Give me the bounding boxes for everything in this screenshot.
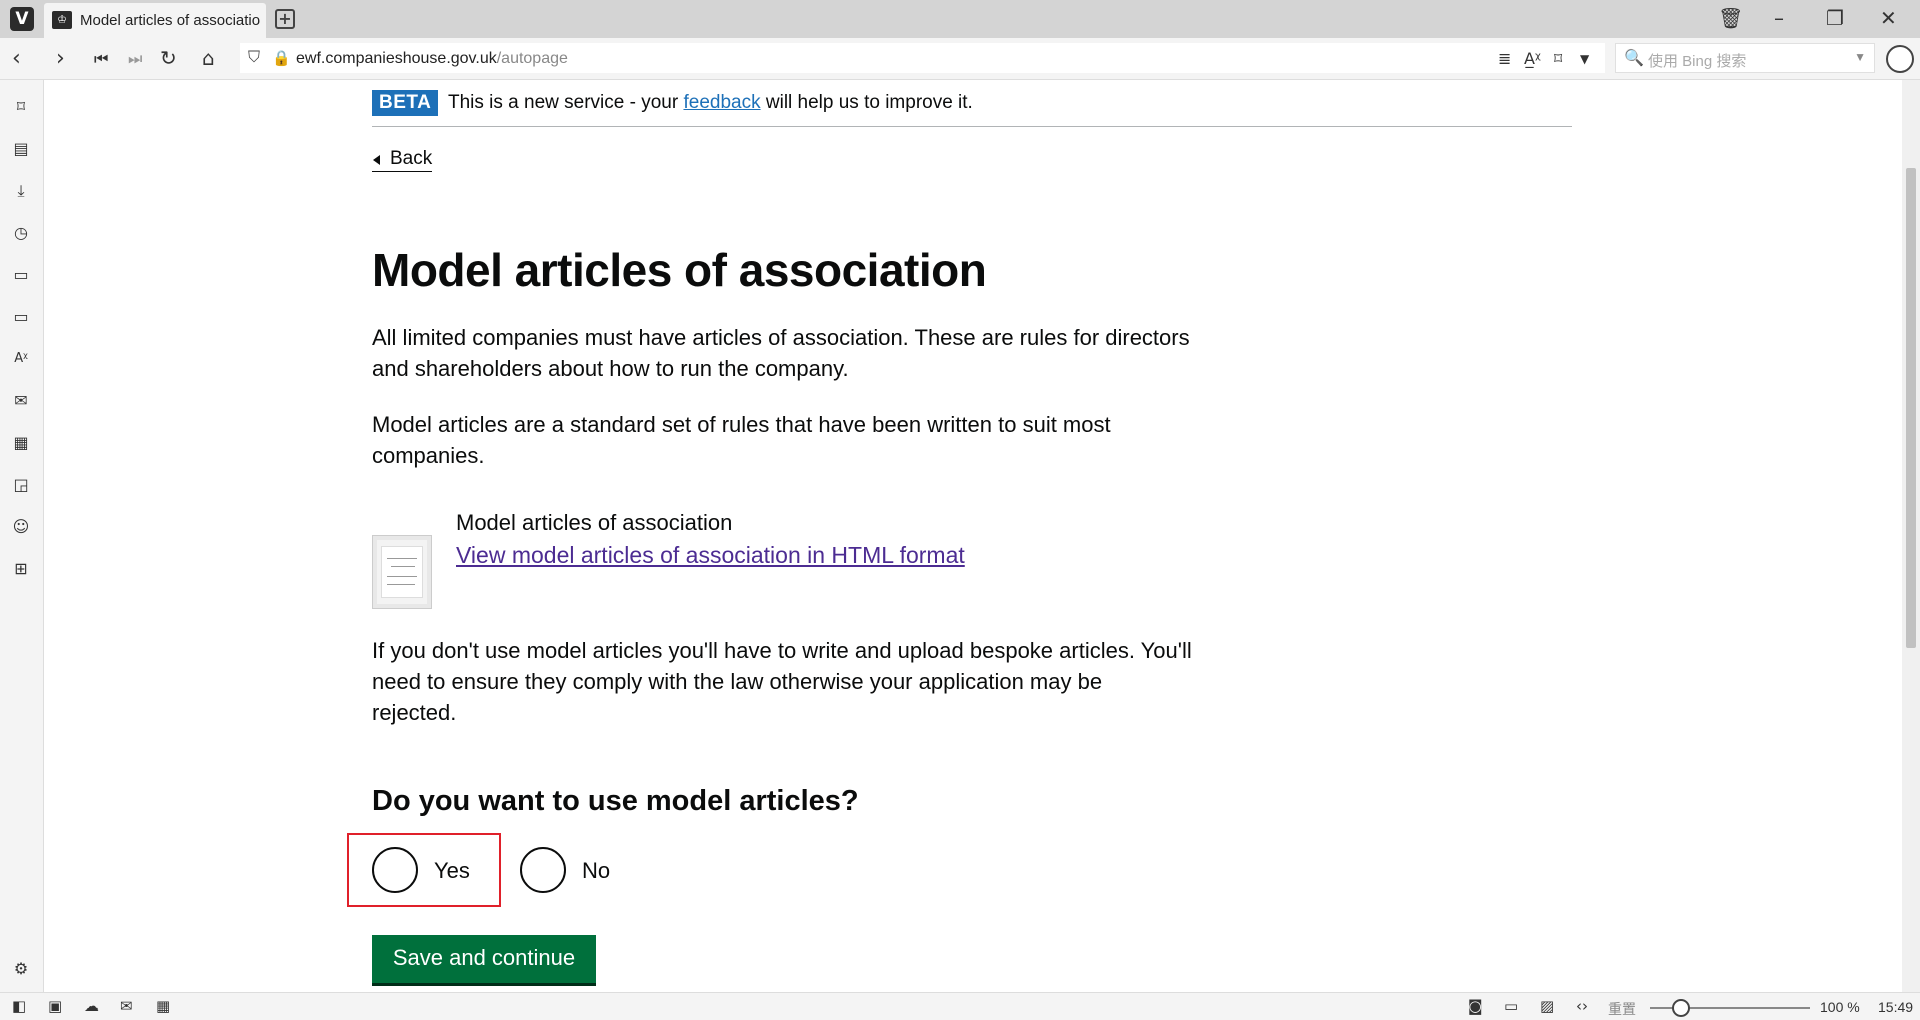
add-panel-icon[interactable]: ⊞	[10, 558, 32, 580]
minimize-icon[interactable]: –	[1774, 6, 1784, 30]
highlight-box	[347, 833, 501, 907]
document-line	[387, 576, 417, 577]
document-html-link[interactable]: View model articles of association in HT…	[456, 542, 965, 569]
mail-icon[interactable]: ✉	[10, 390, 32, 412]
feedback-link[interactable]: feedback	[683, 92, 760, 113]
radio-yes-label[interactable]: Yes	[434, 858, 470, 884]
search-icon: 🔍	[1624, 50, 1644, 67]
document-line	[391, 566, 415, 567]
calendar-status-icon[interactable]: ▦	[156, 997, 170, 1015]
zoom-level: 100 %	[1820, 999, 1860, 1015]
page-actions-icon[interactable]: ‹›	[1576, 997, 1588, 1015]
translate-icon[interactable]: A̲ᵡ	[1524, 49, 1541, 68]
notes-icon[interactable]: ▭	[10, 264, 32, 286]
side-panel: ⌑ ▤ ⤓ ◷ ▭ ▭ Aᵡ ✉ ▦ ◲ ☺ ⊞ ⚙	[0, 80, 44, 992]
profile-avatar[interactable]	[1886, 45, 1914, 73]
reading-list-icon[interactable]: ▤	[10, 138, 32, 160]
tile-icon[interactable]: ▭	[1504, 997, 1518, 1015]
translate-panel-icon[interactable]: Aᵡ	[10, 348, 32, 370]
vivaldi-menu-icon[interactable]: V	[10, 7, 34, 31]
new-tab-icon[interactable]: +	[275, 9, 295, 29]
feeds-icon[interactable]: ◲	[10, 474, 32, 496]
document-line	[387, 584, 415, 585]
model-articles-paragraph: Model articles are a standard set of rul…	[372, 412, 1111, 468]
beta-tag: BETA	[372, 90, 439, 116]
bespoke-articles-paragraph: If you don't use model articles you'll h…	[372, 638, 1192, 725]
clock: 15:49	[1878, 999, 1914, 1015]
document-thumbnail[interactable]	[372, 535, 432, 609]
reader-view-icon[interactable]: ≣	[1498, 49, 1511, 68]
page-content: BETA This is a new service - your feedba…	[45, 80, 1900, 992]
calendar-icon[interactable]: ▦	[10, 432, 32, 454]
beta-text-pre: This is a new service - your	[448, 92, 684, 113]
rewind-icon[interactable]: ⏮	[94, 49, 108, 69]
contacts-icon[interactable]: ☺	[10, 516, 32, 538]
window-panel-icon[interactable]: ▭	[10, 306, 32, 328]
reload-icon[interactable]: ↻	[160, 46, 177, 70]
cloud-sync-icon[interactable]: ☁	[84, 997, 99, 1015]
document-title: Model articles of association	[456, 510, 733, 535]
shield-icon[interactable]: ⛉	[248, 49, 260, 67]
tab-active[interactable]: ♔ Model articles of associatio	[44, 3, 266, 38]
vertical-scrollbar[interactable]	[1902, 80, 1920, 992]
beta-text-post: will help us to improve it.	[760, 92, 973, 113]
document-line	[387, 558, 417, 559]
trash-icon[interactable]: 🗑	[1718, 6, 1743, 30]
radio-yes[interactable]	[372, 847, 418, 893]
back-icon[interactable]: ‹	[12, 46, 21, 71]
tab-tiling-icon[interactable]: ▣	[48, 997, 62, 1015]
status-bar: ◧ ▣ ☁ ✉ ▦ ◙ ▭ ▨ ‹› 重置 100 % 15:49	[0, 992, 1920, 1020]
back-link[interactable]: Back	[372, 148, 433, 172]
document-page-icon	[381, 546, 423, 598]
search-placeholder: 使用 Bing 搜索	[1648, 53, 1747, 70]
downloads-icon[interactable]: ⤓	[10, 180, 32, 202]
question-heading: Do you want to use model articles?	[372, 785, 859, 817]
scrollbar-thumb[interactable]	[1906, 168, 1916, 648]
settings-gear-icon[interactable]: ⚙	[10, 958, 32, 980]
dropdown-icon[interactable]: ▼	[1580, 52, 1589, 66]
lock-icon[interactable]: 🔒	[272, 49, 291, 67]
mail-status-icon[interactable]: ✉	[120, 997, 133, 1015]
tab-bar: V ♔ Model articles of associatio + 🗑 – ❐…	[0, 0, 1920, 38]
url-field[interactable]: ⛉ 🔒 ewf.companieshouse.gov.uk/autopage ≣…	[240, 43, 1605, 73]
banner-divider	[372, 126, 1572, 127]
chevron-down-icon[interactable]: ▼	[1854, 50, 1866, 64]
radio-no-label[interactable]: No	[582, 858, 610, 884]
home-icon[interactable]: ⌂	[202, 46, 215, 70]
url-path: /autopage	[496, 50, 568, 67]
history-icon[interactable]: ◷	[10, 222, 32, 244]
bookmark-icon[interactable]: ⌑	[1554, 49, 1562, 68]
search-field[interactable]: 🔍 使用 Bing 搜索 ▼	[1615, 43, 1875, 73]
crown-favicon-icon: ♔	[52, 11, 72, 29]
fast-forward-icon[interactable]: ⏭	[128, 49, 142, 69]
beta-banner: This is a new service - your feedback wi…	[448, 92, 973, 114]
forward-icon[interactable]: ›	[56, 46, 65, 71]
restore-icon[interactable]: ❐	[1826, 6, 1844, 30]
address-toolbar: ‹ › ⏮ ⏭ ↻ ⌂ ⛉ 🔒 ewf.companieshouse.gov.u…	[0, 38, 1920, 80]
tab-title: Model articles of associatio	[80, 12, 260, 29]
url-host: ewf.companieshouse.gov.uk	[296, 50, 497, 67]
bookmarks-panel-icon[interactable]: ⌑	[10, 96, 32, 118]
page-title: Model articles of association	[372, 244, 987, 296]
intro-paragraph: All limited companies must have articles…	[372, 325, 1190, 381]
image-toggle-icon[interactable]: ▨	[1540, 997, 1554, 1015]
zoom-reset-label[interactable]: 重置	[1608, 999, 1636, 1019]
radio-no[interactable]	[520, 847, 566, 893]
zoom-slider-knob[interactable]	[1672, 999, 1690, 1017]
capture-icon[interactable]: ◙	[1468, 997, 1483, 1015]
save-and-continue-button[interactable]: Save and continue	[372, 935, 596, 983]
close-icon[interactable]: ✕	[1880, 6, 1897, 30]
panel-toggle-icon[interactable]: ◧	[12, 997, 26, 1015]
